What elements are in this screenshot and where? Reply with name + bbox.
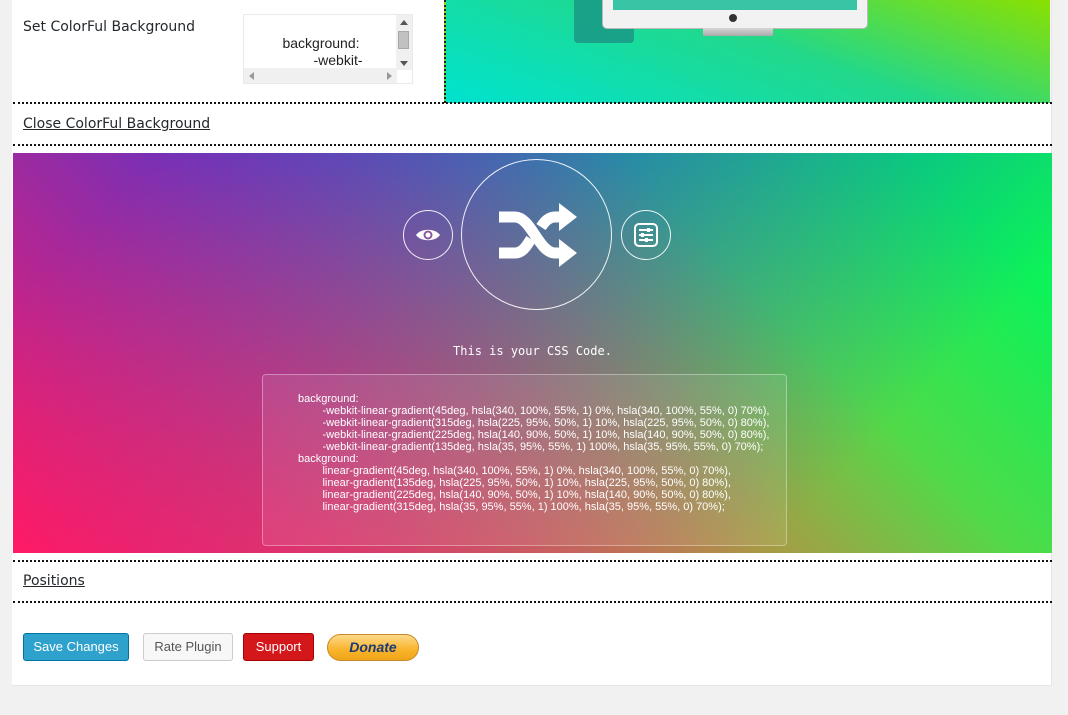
- scroll-right-arrow-icon[interactable]: [387, 72, 392, 80]
- close-colorful-background-link[interactable]: Close ColorFul Background: [23, 116, 210, 132]
- section-divider: [13, 601, 1052, 603]
- css-line: linear-gradient(315deg, hsla(35, 95%, 55…: [298, 501, 725, 513]
- shuffle-icon: [498, 202, 577, 267]
- css-line: -webkit-linear-gradient(135deg, hsla(35,…: [298, 441, 764, 453]
- css-line: -webkit-linear-gradient(315deg, hsla(225…: [298, 417, 770, 429]
- preview-monitor-image: [602, 0, 868, 36]
- section-divider: [13, 144, 1052, 146]
- css-line: linear-gradient(135deg, hsla(225, 95%, 5…: [298, 477, 731, 489]
- textarea-horizontal-scrollbar[interactable]: [244, 68, 397, 83]
- rate-plugin-button[interactable]: Rate Plugin: [143, 633, 233, 661]
- gradient-generator: This is your CSS Code. background: -webk…: [13, 153, 1052, 553]
- positions-link[interactable]: Positions: [23, 573, 85, 589]
- css-code-caption: This is your CSS Code.: [453, 344, 612, 358]
- support-button[interactable]: Support: [243, 633, 314, 661]
- apple-logo-icon: [729, 14, 737, 22]
- css-code-preview-text: background: -webkit-: [244, 35, 398, 69]
- css-line: -webkit-linear-gradient(45deg, hsla(340,…: [298, 405, 770, 417]
- css-line: background:: [298, 453, 359, 465]
- gradient-settings-button[interactable]: [621, 210, 671, 260]
- textarea-vertical-scrollbar[interactable]: [396, 15, 412, 70]
- monitor-screen: [613, 0, 857, 10]
- generated-css-code[interactable]: background: -webkit-linear-gradient(45de…: [262, 374, 787, 546]
- css-code-line-1: background:: [282, 35, 360, 51]
- background-preview: [444, 0, 1050, 103]
- section-divider: [13, 102, 1052, 104]
- shuffle-gradient-button[interactable]: [461, 159, 612, 310]
- scroll-left-arrow-icon[interactable]: [249, 72, 254, 80]
- donate-button[interactable]: Donate: [327, 634, 419, 661]
- css-line: linear-gradient(225deg, hsla(140, 90%, 5…: [298, 489, 731, 501]
- css-line: -webkit-linear-gradient(225deg, hsla(140…: [298, 429, 770, 441]
- sliders-icon: [634, 223, 658, 247]
- scroll-down-arrow-icon[interactable]: [400, 61, 408, 66]
- section-divider: [13, 560, 1052, 562]
- eye-icon: [416, 229, 440, 241]
- scroll-up-arrow-icon[interactable]: [400, 20, 408, 25]
- css-code-line-2: -webkit-: [313, 52, 363, 68]
- css-line: background:: [298, 393, 359, 405]
- preview-eye-button[interactable]: [403, 210, 453, 260]
- scroll-thumb[interactable]: [398, 31, 409, 49]
- css-code-textarea[interactable]: background: -webkit-: [243, 14, 413, 84]
- set-background-label: Set ColorFul Background: [23, 19, 196, 35]
- save-changes-button[interactable]: Save Changes: [23, 633, 129, 661]
- monitor-stand: [703, 28, 773, 36]
- css-line: linear-gradient(45deg, hsla(340, 100%, 5…: [298, 465, 731, 477]
